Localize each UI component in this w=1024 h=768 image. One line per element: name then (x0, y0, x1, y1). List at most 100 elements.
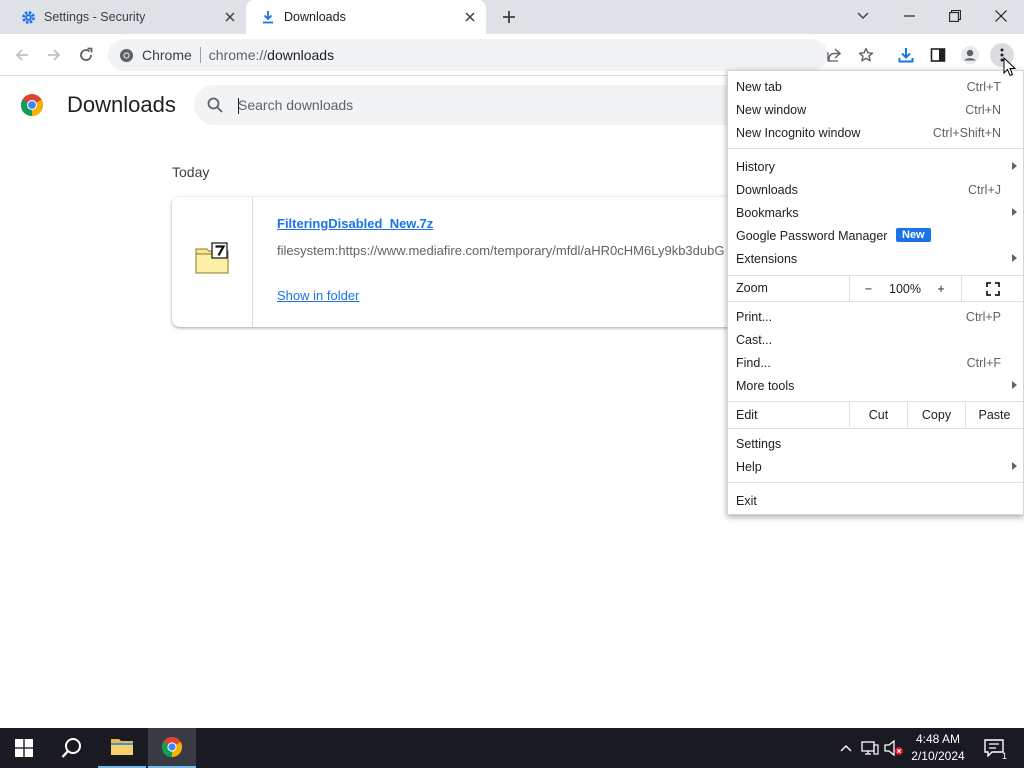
zoom-in-button[interactable]: + (923, 276, 959, 301)
file-explorer-button[interactable] (98, 728, 146, 768)
system-clock[interactable]: 4:48 AM 2/10/2024 (906, 731, 970, 765)
menu-item-label: Help (736, 459, 762, 474)
downloads-toolbar-icon[interactable] (894, 43, 918, 67)
reload-button[interactable] (74, 43, 98, 67)
windows-taskbar: 4:48 AM 2/10/2024 1 (0, 728, 1024, 768)
chrome-logo-icon (21, 94, 43, 117)
menu-item-label: Google Password Manager (736, 228, 888, 243)
menu-item-cast[interactable]: Cast... (728, 328, 1023, 351)
menu-item-history[interactable]: History (728, 155, 1023, 178)
menu-item-downloads[interactable]: Downloads Ctrl+J (728, 178, 1023, 201)
download-item-card: FilteringDisabled_New.7z filesystem:http… (172, 197, 752, 327)
tab-title: Downloads (284, 10, 346, 24)
edit-label: Edit (736, 408, 758, 422)
url-scheme: chrome:// (208, 47, 268, 63)
search-box[interactable] (194, 85, 754, 125)
notification-count: 1 (1001, 751, 1007, 761)
network-icon[interactable] (860, 738, 880, 758)
start-button[interactable] (0, 728, 48, 768)
tab-downloads[interactable]: Downloads (246, 0, 486, 34)
menu-item-password-manager[interactable]: Google Password Manager New (728, 224, 1023, 247)
zoom-minus-glyph: − (864, 281, 873, 296)
menu-item-help[interactable]: Help (728, 455, 1023, 478)
menu-item-shortcut: Ctrl+T (966, 79, 1001, 94)
fullscreen-icon[interactable] (961, 276, 1023, 301)
show-hidden-icons-icon[interactable] (836, 738, 856, 758)
zoom-label: Zoom (736, 281, 768, 295)
url-text: chrome://downloads (209, 47, 334, 63)
submenu-arrow-icon (1012, 208, 1017, 216)
close-window-button[interactable] (978, 0, 1024, 32)
cut-button[interactable]: Cut (849, 402, 907, 427)
menu-item-bookmarks[interactable]: Bookmarks (728, 201, 1023, 224)
notifications-icon[interactable]: 1 (982, 738, 1007, 761)
screen: Settings - Security Downloads Chrome chr… (0, 0, 1024, 768)
profile-avatar-icon[interactable] (958, 43, 982, 67)
menu-item-new-tab[interactable]: New tab Ctrl+T (728, 75, 1023, 98)
submenu-arrow-icon (1012, 462, 1017, 470)
menu-edit-row: Edit Cut Copy Paste (728, 402, 1023, 427)
menu-item-extensions[interactable]: Extensions (728, 247, 1023, 270)
submenu-arrow-icon (1012, 162, 1017, 170)
menu-item-print[interactable]: Print... Ctrl+P (728, 305, 1023, 328)
volume-muted-icon[interactable] (884, 738, 904, 758)
search-icon (206, 96, 224, 114)
forward-button[interactable] (42, 43, 66, 67)
copy-label: Copy (921, 407, 952, 422)
bookmark-star-icon[interactable] (854, 43, 878, 67)
copy-button[interactable]: Copy (907, 402, 965, 427)
chrome-main-menu: New tab Ctrl+T New window Ctrl+N New Inc… (727, 70, 1024, 515)
minimize-button[interactable] (886, 0, 932, 32)
paste-button[interactable]: Paste (965, 402, 1023, 427)
clock-date: 2/10/2024 (911, 749, 965, 763)
back-button[interactable] (10, 43, 34, 67)
menu-item-label: Exit (736, 493, 757, 508)
close-tab-icon[interactable] (222, 9, 238, 25)
windows-logo-icon (15, 739, 33, 757)
menu-item-shortcut: Ctrl+Shift+N (932, 125, 1001, 140)
folder-icon (111, 739, 133, 755)
zoom-value: 100% (889, 281, 921, 296)
search-taskbar-button[interactable] (48, 728, 96, 768)
search-input[interactable] (238, 97, 698, 113)
tab-search-icon[interactable] (840, 0, 886, 32)
menu-item-shortcut: Ctrl+J (968, 182, 1001, 197)
zoom-out-button[interactable]: − (849, 276, 887, 301)
menu-item-label: Extensions (736, 251, 798, 266)
zoom-level: 100% (887, 276, 923, 301)
download-file-link[interactable]: FilteringDisabled_New.7z (277, 216, 433, 231)
show-in-folder-link[interactable]: Show in folder (277, 288, 359, 303)
tab-settings-security[interactable]: Settings - Security (0, 0, 246, 34)
menu-item-label: Print... (736, 309, 773, 324)
side-panel-icon[interactable] (926, 43, 950, 67)
clock-time: 4:48 AM (915, 732, 961, 746)
paste-label: Paste (978, 407, 1011, 422)
address-bar[interactable]: Chrome chrome://downloads (108, 39, 828, 71)
page-title: Downloads (67, 92, 176, 117)
tab-strip: Settings - Security Downloads (0, 0, 1024, 34)
chrome-icon (118, 47, 134, 63)
menu-item-label: Downloads (736, 182, 798, 197)
url-path: downloads (267, 47, 335, 63)
chrome-icon (161, 736, 183, 758)
menu-item-exit[interactable]: Exit (728, 489, 1023, 512)
menu-item-more-tools[interactable]: More tools (728, 374, 1023, 397)
new-tab-button[interactable] (498, 6, 520, 28)
menu-item-label: Bookmarks (736, 205, 799, 220)
menu-item-settings[interactable]: Settings (728, 432, 1023, 455)
restore-button[interactable] (932, 0, 978, 32)
share-icon[interactable] (822, 43, 846, 67)
menu-item-label: New tab (736, 79, 782, 94)
download-source-url: filesystem:https://www.mediafire.com/tem… (277, 243, 725, 258)
menu-item-label: Cast... (736, 332, 773, 347)
menu-separator (728, 148, 1023, 149)
menu-item-label: New window (736, 102, 807, 117)
menu-item-new-window[interactable]: New window Ctrl+N (728, 98, 1023, 121)
chrome-taskbar-button[interactable] (148, 728, 196, 768)
close-tab-icon[interactable] (462, 9, 478, 25)
menu-item-find[interactable]: Find... Ctrl+F (728, 351, 1023, 374)
menu-item-new-incognito-window[interactable]: New Incognito window Ctrl+Shift+N (728, 121, 1023, 144)
menu-item-shortcut: Ctrl+N (965, 102, 1001, 117)
menu-item-label: New Incognito window (736, 125, 861, 140)
menu-item-label: History (736, 159, 775, 174)
